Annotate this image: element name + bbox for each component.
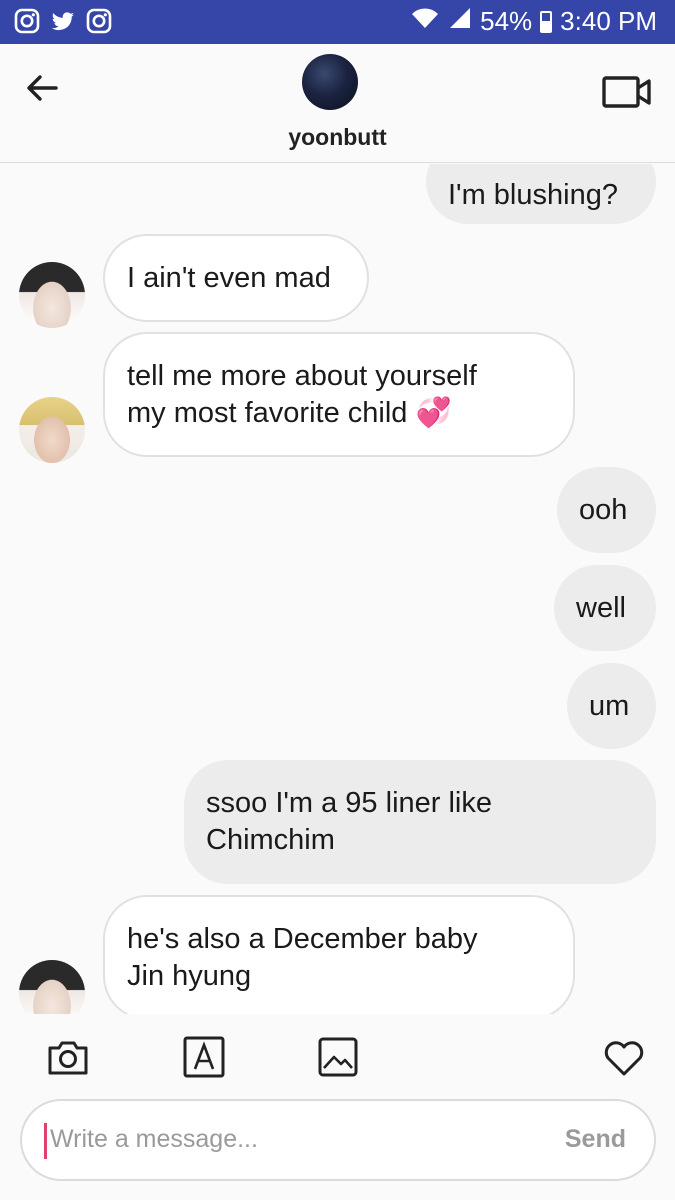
video-call-icon[interactable]: [601, 72, 653, 112]
instagram-icon: [86, 8, 112, 34]
message-bubble-incoming: I ain't even mad: [103, 234, 369, 322]
camera-icon[interactable]: [46, 1035, 90, 1079]
status-bar: 54% 3:40 PM: [0, 0, 675, 44]
gallery-icon[interactable]: [316, 1035, 360, 1079]
wifi-icon: [410, 6, 440, 37]
avatar[interactable]: [302, 54, 358, 110]
text-caret: [44, 1123, 47, 1159]
message-bubble-outgoing: ssoo I'm a 95 liner like Chimchim: [184, 760, 656, 884]
message-list[interactable]: I'm blushing? I ain't even mad tell me m…: [0, 164, 675, 1014]
message-input-placeholder: Write a message...: [50, 1125, 258, 1153]
composer-toolbar: [0, 1015, 675, 1100]
signal-icon: [448, 6, 472, 37]
battery-icon: [540, 10, 553, 33]
message-bubble-outgoing: I'm blushing?: [426, 164, 656, 224]
message-bubble-outgoing: well: [554, 565, 656, 651]
chat-header: yoonbutt: [0, 44, 675, 163]
message-bubble-outgoing: um: [567, 663, 656, 749]
message-bubble-outgoing: ooh: [557, 467, 656, 553]
avatar[interactable]: [19, 262, 85, 328]
avatar[interactable]: [19, 960, 85, 1014]
avatar[interactable]: [19, 397, 85, 463]
chat-username[interactable]: yoonbutt: [0, 124, 675, 151]
twitter-icon: [50, 8, 76, 34]
text-format-icon[interactable]: [182, 1035, 226, 1079]
instagram-icon: [14, 8, 40, 34]
battery-percent: 54%: [480, 6, 533, 36]
message-bubble-incoming: tell me more about yourself my most favo…: [103, 332, 575, 457]
clock: 3:40 PM: [560, 6, 657, 36]
send-button[interactable]: Send: [565, 1125, 626, 1154]
message-input[interactable]: Write a message... Send: [20, 1099, 656, 1181]
back-arrow-icon[interactable]: [22, 68, 62, 108]
heart-icon[interactable]: [602, 1035, 646, 1079]
message-bubble-incoming: he's also a December baby Jin hyung: [103, 895, 575, 1014]
